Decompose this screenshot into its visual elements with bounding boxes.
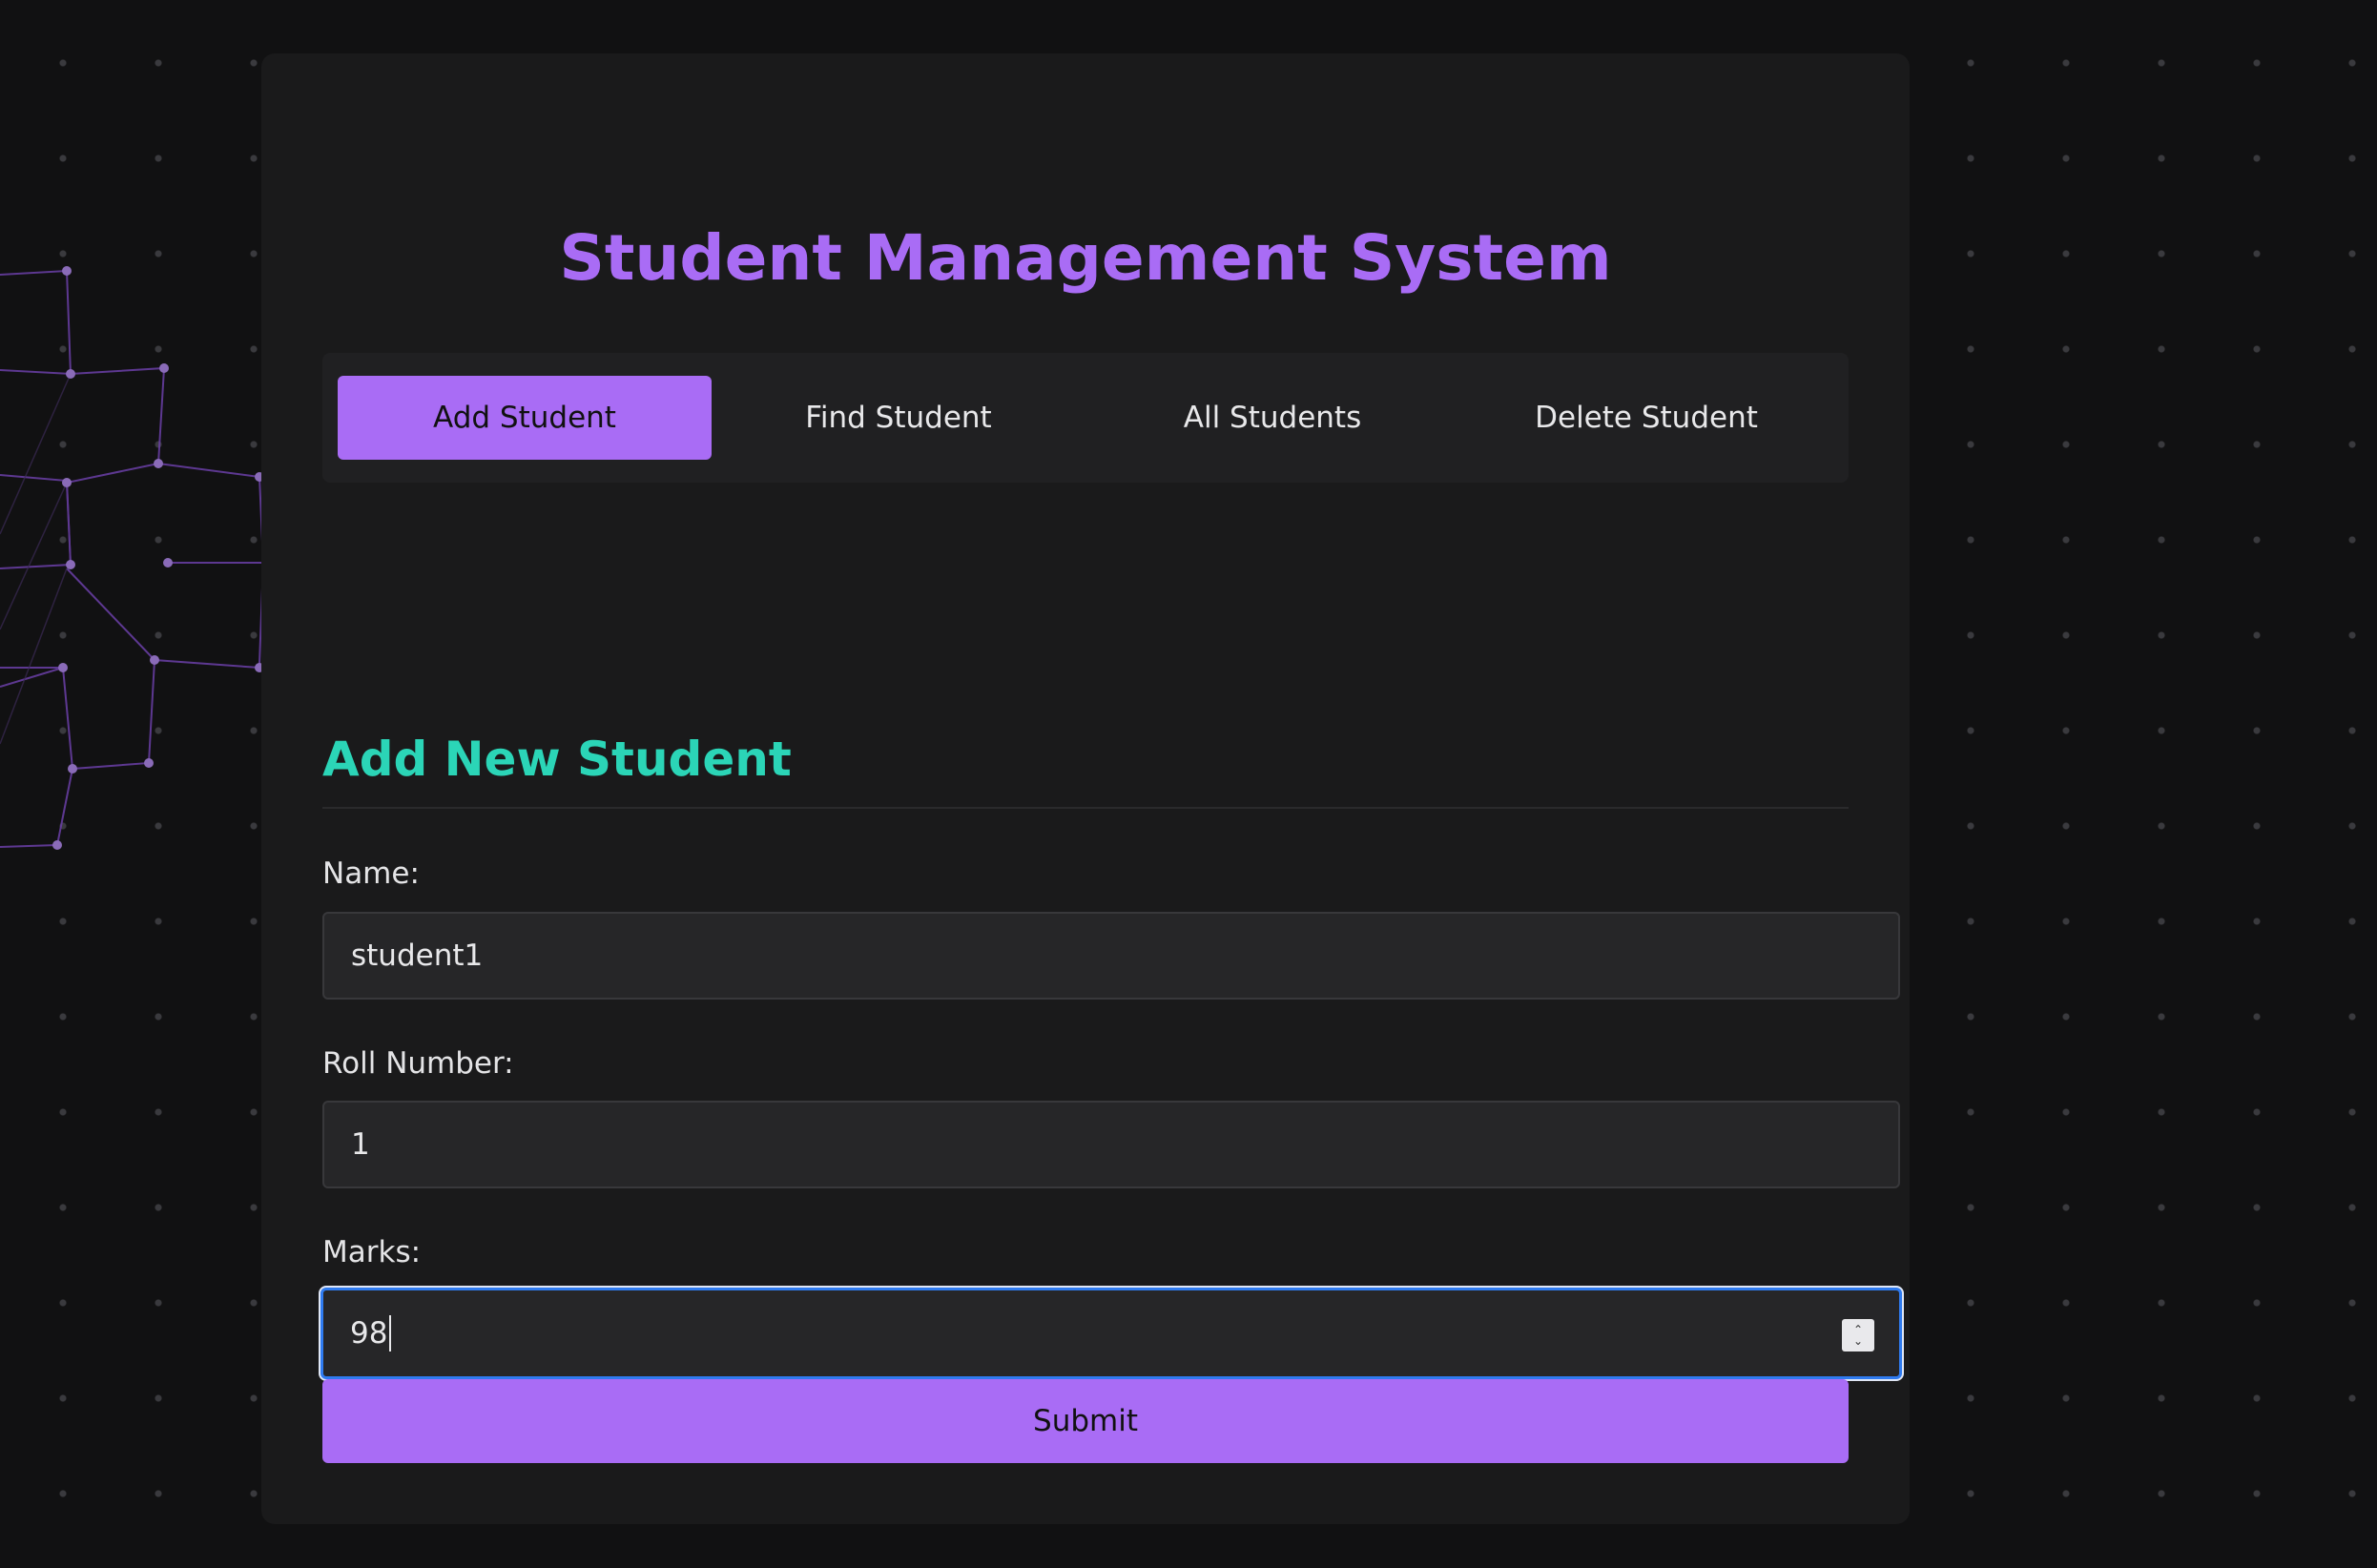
roll-number-label: Roll Number: <box>322 1046 514 1081</box>
name-input-value: student1 <box>351 939 484 973</box>
tab-add-student[interactable]: Add Student <box>338 376 712 460</box>
tab-find-student[interactable]: Find Student <box>712 376 1085 460</box>
roll-number-input[interactable]: 1 <box>322 1101 1900 1188</box>
name-label: Name: <box>322 856 420 891</box>
name-input[interactable]: student1 <box>322 912 1900 1000</box>
marks-input[interactable]: 98 ⌃ ⌄ <box>320 1288 1902 1379</box>
page-title: Student Management System <box>559 221 1612 295</box>
tab-all-students[interactable]: All Students <box>1085 376 1459 460</box>
main-card: Student Management System Add Student Fi… <box>261 53 1910 1524</box>
number-stepper-icon[interactable]: ⌃ ⌄ <box>1842 1319 1874 1351</box>
background-network-graphic <box>0 266 265 850</box>
text-caret <box>389 1315 392 1351</box>
tab-bar: Add Student Find Student All Students De… <box>322 353 1849 483</box>
marks-label: Marks: <box>322 1235 422 1269</box>
section-title: Add New Student <box>322 732 792 787</box>
submit-button[interactable]: Submit <box>322 1379 1849 1463</box>
marks-input-value: 98 <box>350 1316 388 1351</box>
roll-number-input-value: 1 <box>351 1127 370 1162</box>
chevron-down-icon[interactable]: ⌄ <box>1853 1335 1863 1347</box>
section-divider <box>322 807 1849 809</box>
tab-delete-student[interactable]: Delete Student <box>1459 376 1833 460</box>
